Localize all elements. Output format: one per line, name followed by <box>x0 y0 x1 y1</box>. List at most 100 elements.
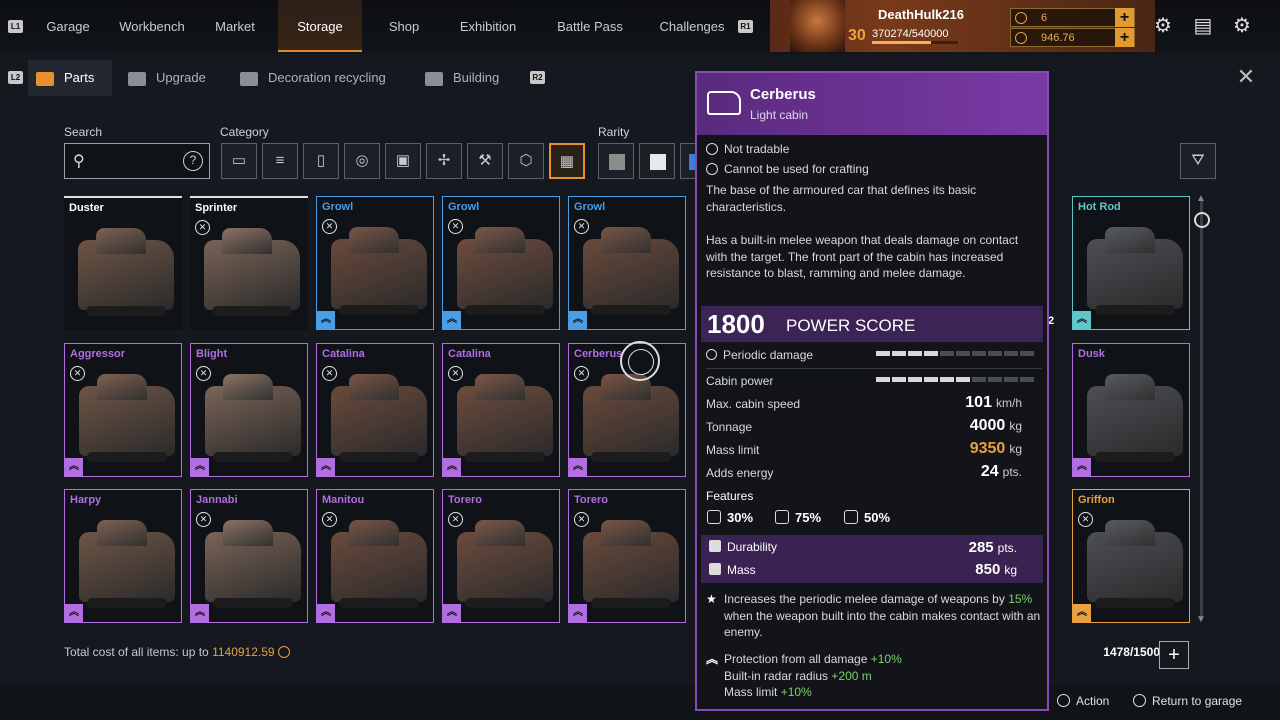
not-tradable-icon: ✕ <box>448 366 463 381</box>
category-brush-button[interactable]: ⚒ <box>467 143 503 179</box>
rarity-rare-filter[interactable] <box>680 143 696 179</box>
stat-periodic-damage: Periodic damage <box>706 348 1042 362</box>
vehicle-part-image <box>583 239 679 315</box>
help-icon[interactable]: ? <box>183 151 203 171</box>
item-card[interactable]: Growl ✕ ︽ <box>568 196 686 330</box>
item-card[interactable]: Manitou ✕ ︽ <box>316 489 434 623</box>
category-weapon-button[interactable]: ≡ <box>262 143 298 179</box>
item-card[interactable]: Catalina ✕ ︽ <box>316 343 434 477</box>
subtab-decoration-recycling[interactable]: Decoration recycling <box>240 60 386 96</box>
bonus-mass-limit-value: +10% <box>780 685 812 699</box>
scrollbar[interactable] <box>1200 200 1203 620</box>
player-xp: 370274/540000 <box>872 28 949 40</box>
expand-storage-button[interactable]: + <box>1159 641 1189 669</box>
bar-segment <box>892 351 906 356</box>
tab-shop[interactable]: Shop <box>372 0 436 52</box>
item-card[interactable]: Aggressor ✕ ︽ <box>64 343 182 477</box>
tab-workbench[interactable]: Workbench <box>110 0 194 52</box>
category-module-button[interactable]: ▯ <box>303 143 339 179</box>
category-drone-button[interactable]: ✢ <box>426 143 462 179</box>
stat-label: Mass limit <box>706 443 760 457</box>
item-card[interactable]: Griffon ✕ ︽ <box>1072 489 1190 623</box>
scroll-down-icon[interactable]: ▼ <box>1196 614 1206 625</box>
category-cabin-button[interactable]: ▭ <box>221 143 257 179</box>
rarity-chevron-icon: ︽ <box>569 458 587 476</box>
subtab-parts[interactable]: Parts <box>28 60 113 96</box>
return-to-garage-button[interactable]: Return to garage <box>1133 694 1242 708</box>
coin-icon <box>1015 32 1027 44</box>
item-card[interactable]: Torero ✕ ︽ <box>568 489 686 623</box>
category-gear-button[interactable]: ⬡ <box>508 143 544 179</box>
perk-description: ★ Increases the periodic melee damage of… <box>706 591 1042 641</box>
item-card[interactable]: Harpy ︽ <box>64 489 182 623</box>
item-card-name: Blight <box>196 348 228 360</box>
periodic-damage-bar <box>876 351 1036 356</box>
item-card-name: Jannabi <box>196 494 238 506</box>
buy-coins-button[interactable]: + <box>1115 28 1134 47</box>
tab-garage[interactable]: Garage <box>36 0 100 52</box>
tab-battle-pass[interactable]: Battle Pass <box>545 0 635 52</box>
bar-segment <box>1020 351 1034 356</box>
mass-number: 850 <box>975 561 1001 578</box>
perk-text-pre: Increases the periodic melee damage of w… <box>724 592 1005 606</box>
top-navigation-bar: L1 Garage Workbench Market Storage Shop … <box>0 0 1280 54</box>
player-profile[interactable]: DeathHulk216 30 370274/540000 6 + 946.76… <box>770 0 1155 52</box>
search-input[interactable]: ⚲ ? <box>64 143 210 179</box>
cross-button-icon <box>1057 694 1070 707</box>
action-button[interactable]: Action <box>1057 694 1109 708</box>
tab-storage[interactable]: Storage <box>278 0 362 52</box>
currency-coupons-value: 6 <box>1041 12 1048 24</box>
messages-icon[interactable]: ▤ <box>1191 14 1215 38</box>
rarity-swatch-uncommon <box>650 154 666 170</box>
feature-ram-value: 75% <box>795 510 822 525</box>
bonus-mass-limit-label: Mass limit <box>724 685 778 699</box>
category-wheel-button[interactable]: ◎ <box>344 143 380 179</box>
vehicle-part-image <box>205 532 301 608</box>
item-card-name: Catalina <box>322 348 365 360</box>
item-card[interactable]: Growl ✕ ︽ <box>442 196 560 330</box>
item-card[interactable]: Hot Rod ︽ <box>1072 196 1190 330</box>
rarity-uncommon-filter[interactable] <box>639 143 675 179</box>
item-card[interactable]: Catalina ✕ ︽ <box>442 343 560 477</box>
tab-challenges[interactable]: Challenges <box>650 0 734 52</box>
bar-segment <box>892 377 906 382</box>
item-card[interactable]: Torero ✕ ︽ <box>442 489 560 623</box>
category-frame-button[interactable]: ▣ <box>385 143 421 179</box>
stat-row: Mass limit 9350 kg <box>706 440 1042 457</box>
vehicle-part-image <box>1087 386 1183 462</box>
power-score-value: 1800 <box>707 309 765 339</box>
item-card[interactable]: Jannabi ✕ ︽ <box>190 489 308 623</box>
rarity-common-filter[interactable] <box>598 143 634 179</box>
item-tooltip-panel: Cerberus Light cabin Not tradable Cannot… <box>695 71 1049 711</box>
bar-segment <box>988 377 1002 382</box>
brush-icon: ⚒ <box>478 152 492 169</box>
bar-segment <box>876 351 890 356</box>
close-icon[interactable]: ✕ <box>1235 66 1257 88</box>
settings-gear-icon[interactable]: ⚙ <box>1230 14 1254 38</box>
periodic-damage-label: Periodic damage <box>723 348 814 362</box>
currency-coins-value: 946.76 <box>1041 32 1075 44</box>
mass-unit: kg <box>1004 563 1017 577</box>
buy-coupons-button[interactable]: + <box>1115 8 1134 27</box>
item-card[interactable]: Dusk ︽ <box>1072 343 1190 477</box>
scroll-up-icon[interactable]: ▲ <box>1196 193 1206 204</box>
not-tradable-icon: ✕ <box>448 219 463 234</box>
rarity-chevron-icon: ︽ <box>1073 604 1091 622</box>
cabin-power-label: Cabin power <box>706 374 774 388</box>
feature-ram-resistance: 75% <box>775 510 821 525</box>
rarity-chevron-icon: ︽ <box>569 604 587 622</box>
tab-exhibition[interactable]: Exhibition <box>446 0 530 52</box>
item-card[interactable]: Blight ✕ ︽ <box>190 343 308 477</box>
category-all-button[interactable]: ▦ <box>549 143 585 179</box>
item-card[interactable]: Duster <box>64 196 182 330</box>
filter-reset-icon[interactable]: ⛛ <box>1180 143 1216 179</box>
scrollbar-thumb[interactable] <box>1194 212 1210 228</box>
upgrade-icon[interactable]: ⚙ <box>1151 14 1175 38</box>
item-card[interactable]: Growl ✕ ︽ <box>316 196 434 330</box>
bar-segment <box>1004 377 1018 382</box>
item-card[interactable]: Sprinter ✕ <box>190 196 308 330</box>
stat-row: Adds energy 24 pts. <box>706 463 1042 480</box>
tab-market[interactable]: Market <box>200 0 270 52</box>
subtab-upgrade[interactable]: Upgrade <box>128 60 206 96</box>
subtab-building[interactable]: Building <box>425 60 499 96</box>
